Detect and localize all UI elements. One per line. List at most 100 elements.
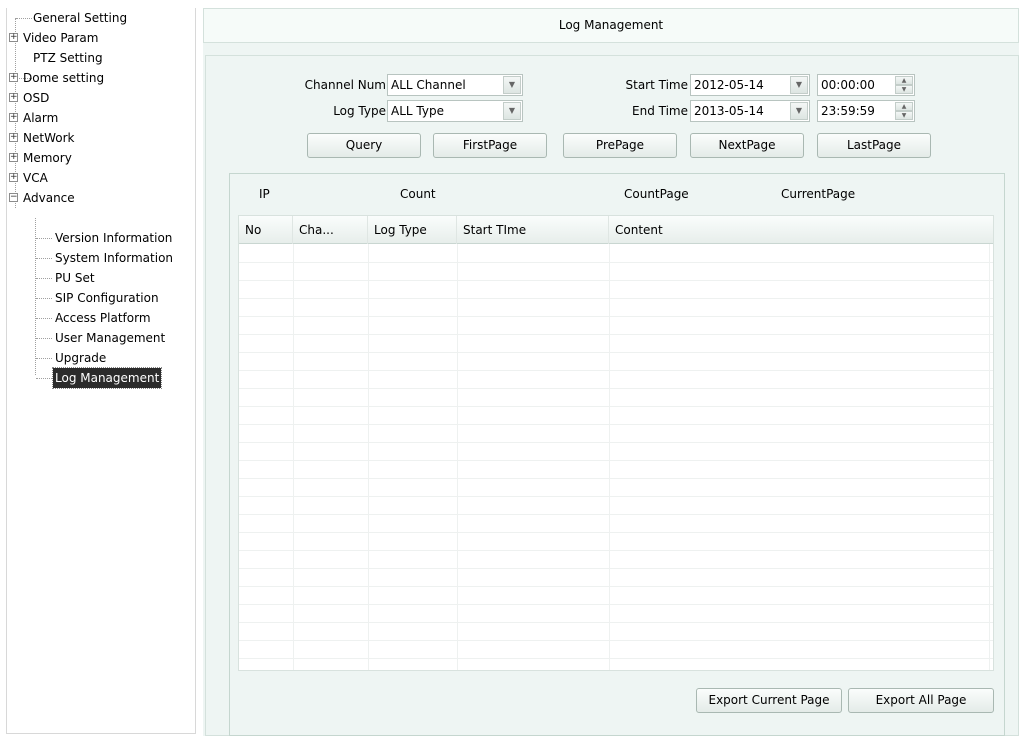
tree-item-system-information[interactable]: System Information — [53, 248, 175, 268]
table-row-line — [239, 424, 993, 425]
channel-num-select[interactable]: ALL Channel ▼ — [387, 74, 523, 96]
end-time-value: 23:59:59 — [821, 104, 875, 118]
column-header-channel[interactable]: Cha... — [293, 216, 368, 244]
tree-item-label: Version Information — [55, 231, 173, 245]
log-table[interactable]: No Cha... Log Type Start TIme Content — [238, 215, 994, 671]
tree-item-dome-setting[interactable]: + Dome setting — [7, 68, 187, 88]
end-time-spinner[interactable]: 23:59:59 ▲ ▼ — [817, 100, 915, 122]
spin-down-icon[interactable]: ▼ — [895, 85, 913, 94]
tree-connector — [36, 258, 52, 259]
column-divider — [989, 244, 990, 670]
table-row-line — [239, 352, 993, 353]
column-header-content[interactable]: Content — [609, 216, 993, 244]
chevron-down-icon[interactable]: ▼ — [790, 76, 808, 94]
tree-item-general-setting[interactable]: General Setting — [31, 8, 129, 28]
expand-icon[interactable]: + — [9, 153, 18, 162]
table-row-line — [239, 442, 993, 443]
tree-item-video-param[interactable]: + Video Param — [7, 28, 187, 48]
tree-item-upgrade[interactable]: Upgrade — [53, 348, 108, 368]
end-date-picker[interactable]: 2013-05-14 ▼ — [690, 100, 810, 122]
channel-num-label: Channel Num — [304, 78, 386, 92]
tree-item-label: OSD — [23, 91, 50, 105]
tree-item-advance[interactable]: − Advance — [7, 188, 187, 208]
tree-item-ptz-setting[interactable]: PTZ Setting — [31, 48, 105, 68]
column-divider — [368, 244, 369, 670]
table-row-line — [239, 532, 993, 533]
tree-item-label: Advance — [23, 191, 75, 205]
table-row-line — [239, 370, 993, 371]
table-row-line — [239, 334, 993, 335]
end-time-label: End Time — [632, 104, 688, 118]
pre-page-button[interactable]: PrePage — [563, 133, 677, 158]
chevron-down-icon[interactable]: ▼ — [790, 102, 808, 120]
tree-item-memory[interactable]: + Memory — [7, 148, 187, 168]
count-page-label: CountPage — [624, 187, 689, 201]
last-page-button[interactable]: LastPage — [817, 133, 931, 158]
start-time-spinner[interactable]: 00:00:00 ▲ ▼ — [817, 74, 915, 96]
expand-icon[interactable]: + — [9, 93, 18, 102]
tree-item-label: NetWork — [23, 131, 75, 145]
expand-icon[interactable]: + — [9, 113, 18, 122]
table-row-line — [239, 550, 993, 551]
expand-icon[interactable]: + — [9, 73, 18, 82]
spin-down-icon[interactable]: ▼ — [895, 111, 913, 120]
table-row-line — [239, 406, 993, 407]
tree-connector — [35, 218, 36, 375]
next-page-button[interactable]: NextPage — [690, 133, 804, 158]
column-header-log-type[interactable]: Log Type — [368, 216, 457, 244]
tree-item-label: Dome setting — [23, 71, 105, 85]
expand-icon[interactable]: + — [9, 173, 18, 182]
table-row-line — [239, 658, 993, 659]
tree-item-sip-configuration[interactable]: SIP Configuration — [53, 288, 161, 308]
expand-icon[interactable]: + — [9, 33, 18, 42]
tree-item-vca[interactable]: + VCA — [7, 168, 187, 188]
chevron-down-icon[interactable]: ▼ — [503, 76, 521, 94]
log-type-select[interactable]: ALL Type ▼ — [387, 100, 523, 122]
tree-connector — [36, 278, 52, 279]
tree-item-log-management[interactable]: Log Management — [51, 367, 163, 389]
table-row-line — [239, 280, 993, 281]
tree-item-label: User Management — [55, 331, 166, 345]
export-current-page-button[interactable]: Export Current Page — [696, 688, 842, 713]
table-row-line — [239, 640, 993, 641]
tree-item-pu-set[interactable]: PU Set — [53, 268, 97, 288]
tree-item-label: Access Platform — [55, 311, 151, 325]
settings-tree: General Setting + Video Param PTZ Settin… — [6, 8, 196, 734]
spin-up-icon[interactable]: ▲ — [895, 102, 913, 111]
table-row-line — [239, 316, 993, 317]
first-page-button[interactable]: FirstPage — [433, 133, 547, 158]
export-all-page-button[interactable]: Export All Page — [848, 688, 994, 713]
tree-connector — [36, 338, 52, 339]
tree-item-label: PTZ Setting — [33, 51, 103, 65]
channel-num-value: ALL Channel — [391, 78, 466, 92]
table-row-line — [239, 604, 993, 605]
spin-up-icon[interactable]: ▲ — [895, 76, 913, 85]
table-row-line — [239, 586, 993, 587]
start-date-picker[interactable]: 2012-05-14 ▼ — [690, 74, 810, 96]
tree-item-label: Upgrade — [55, 351, 107, 365]
chevron-down-icon[interactable]: ▼ — [503, 102, 521, 120]
expand-icon[interactable]: + — [9, 133, 18, 142]
tree-connector — [36, 298, 52, 299]
tree-item-network[interactable]: + NetWork — [7, 128, 187, 148]
tree-item-osd[interactable]: + OSD — [7, 88, 187, 108]
collapse-icon[interactable]: − — [9, 193, 18, 202]
column-header-no[interactable]: No — [239, 216, 293, 244]
tree-item-access-platform[interactable]: Access Platform — [53, 308, 153, 328]
tree-item-user-management[interactable]: User Management — [53, 328, 167, 348]
log-type-value: ALL Type — [391, 104, 444, 118]
tree-item-alarm[interactable]: + Alarm — [7, 108, 187, 128]
start-date-value: 2012-05-14 — [694, 78, 764, 92]
query-button[interactable]: Query — [307, 133, 421, 158]
log-results-panel: IP Count CountPage CurrentPage No Cha...… — [229, 173, 1005, 736]
table-row-line — [239, 388, 993, 389]
table-row-line — [239, 262, 993, 263]
tree-connector — [36, 238, 52, 239]
column-header-start-time[interactable]: Start TIme — [457, 216, 609, 244]
start-time-value: 00:00:00 — [821, 78, 875, 92]
spinner-arrows-icon[interactable]: ▲ ▼ — [895, 76, 913, 94]
tree-item-label: Video Param — [23, 31, 99, 45]
spinner-arrows-icon[interactable]: ▲ ▼ — [895, 102, 913, 120]
tree-connector — [16, 18, 32, 19]
tree-item-version-information[interactable]: Version Information — [53, 228, 174, 248]
